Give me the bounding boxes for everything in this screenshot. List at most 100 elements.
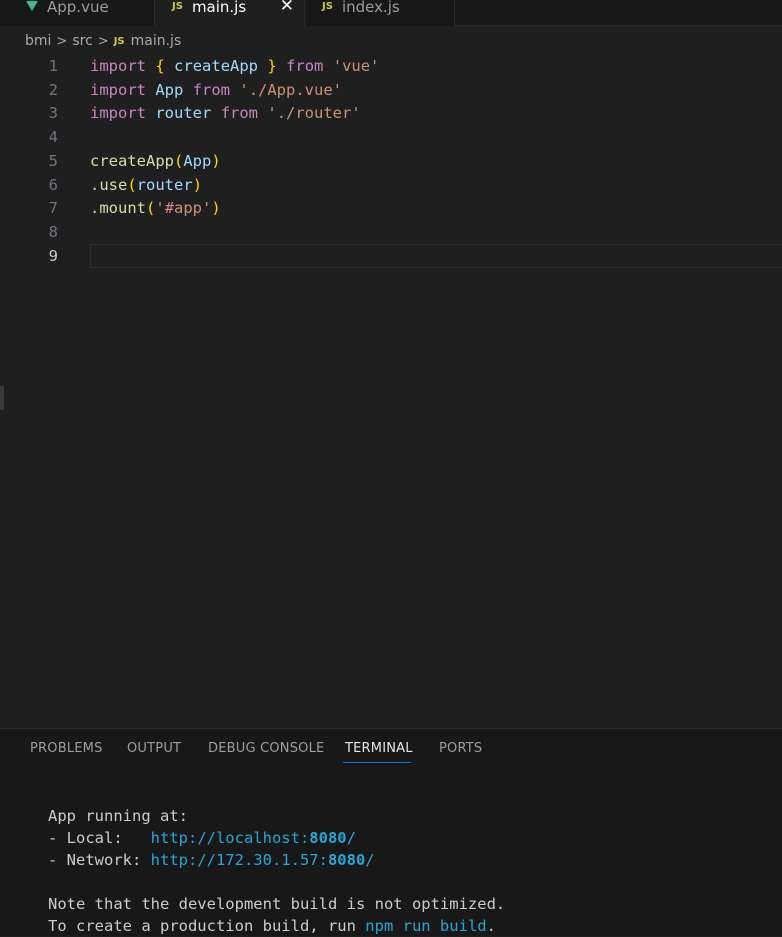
tab-output[interactable]: OUTPUT [127, 741, 181, 756]
line-number: 7 [48, 199, 58, 218]
code-token: App [155, 80, 184, 99]
url-text: http://localhost: [150, 829, 310, 847]
code-token: use [99, 175, 128, 194]
code-line[interactable]: 5 createApp(App) [0, 149, 782, 173]
url-text: / [346, 829, 356, 847]
terminal-text: - Local: [48, 829, 151, 847]
breadcrumb-item-file[interactable]: main.js [131, 33, 182, 49]
code-token: from [220, 104, 259, 123]
js-file-icon: JS [322, 0, 333, 12]
code-text: .use(router) [90, 173, 202, 197]
code-token: 'vue' [332, 57, 380, 75]
tab-label: main.js [191, 0, 247, 16]
breadcrumb-item-src[interactable]: src [72, 33, 92, 49]
code-token: ) [192, 175, 203, 194]
terminal-text: - Network: [48, 851, 151, 869]
line-number: 6 [48, 175, 58, 194]
tab-ports[interactable]: PORTS [439, 741, 482, 756]
tab-main-js[interactable]: JS main.js ✕ [155, 0, 305, 27]
code-text: createApp(App) [90, 149, 221, 173]
code-token: { [155, 57, 165, 75]
current-line-highlight [90, 243, 782, 268]
code-line[interactable]: 4 [0, 125, 782, 149]
code-line[interactable]: 9 [0, 243, 782, 268]
line-number: 3 [48, 104, 58, 123]
code-token: ) [211, 151, 221, 170]
code-token: ( [127, 175, 137, 194]
tab-app-vue[interactable]: App.vue [0, 0, 155, 26]
code-token: mount [99, 199, 147, 218]
code-token: . [90, 175, 100, 194]
code-line[interactable]: 8 [0, 220, 782, 244]
terminal-line: - Local: http://localhost:8080/ [48, 827, 356, 849]
code-token: import [90, 57, 146, 75]
local-url-link[interactable]: http://localhost:8080/ [151, 829, 356, 847]
code-token: router [155, 104, 212, 123]
bottom-panel: PROBLEMS OUTPUT DEBUG CONSOLE TERMINAL P… [0, 728, 782, 936]
code-line[interactable]: 2 import App from './App.vue' [0, 78, 782, 102]
code-token: import [90, 80, 146, 99]
code-line[interactable]: 7 .mount('#app') [0, 196, 782, 220]
code-token: . [90, 199, 100, 218]
tab-label: index.js [341, 0, 400, 16]
line-number: 2 [48, 80, 58, 99]
code-token: './App.vue' [239, 80, 343, 99]
network-url-link[interactable]: http://172.30.1.57:8080/ [151, 851, 375, 869]
code-token: App [183, 151, 212, 170]
js-file-icon: JS [113, 35, 125, 47]
editor-tab-bar: App.vue JS main.js ✕ JS index.js [0, 0, 782, 27]
terminal-text: Note that the development build is not o… [48, 895, 506, 913]
close-icon[interactable]: ✕ [280, 0, 294, 16]
breadcrumb-item-bmi[interactable]: bmi [25, 33, 51, 49]
chevron-right-icon: > [56, 33, 68, 49]
code-token: ( [146, 199, 156, 218]
tab-problems[interactable]: PROBLEMS [30, 741, 103, 756]
line-number: 8 [48, 222, 58, 241]
tab-terminal[interactable]: TERMINAL [345, 741, 413, 756]
breadcrumb: bmi > src > JS main.js [25, 31, 181, 51]
terminal-line: Note that the development build is not o… [48, 893, 505, 915]
active-tab-indicator [343, 762, 411, 763]
scroll-indicator [0, 386, 4, 410]
url-text: http://172.30.1.57: [150, 851, 328, 869]
line-number: 9 [48, 246, 58, 265]
terminal-text: To create a production build, run [48, 917, 366, 935]
code-text: .mount('#app') [90, 196, 221, 220]
code-token: createApp [174, 57, 259, 75]
terminal-line: App running at: [48, 805, 188, 827]
chevron-right-icon: > [97, 33, 109, 49]
code-line[interactable]: 3 import router from './router' [0, 101, 782, 125]
line-number: 4 [48, 128, 58, 147]
tab-label: App.vue [47, 0, 109, 16]
js-file-icon: JS [172, 0, 183, 12]
tab-debug-console[interactable]: DEBUG CONSOLE [208, 741, 324, 756]
url-text: / [365, 851, 375, 869]
code-editor[interactable]: 1 import { createApp } from 'vue' 2 import … [0, 54, 782, 728]
code-line[interactable]: 1 import { createApp } from 'vue' [0, 54, 782, 78]
code-token: ( [174, 151, 184, 170]
code-token: createApp [90, 151, 174, 170]
code-text: import App from './App.vue' [90, 78, 342, 102]
code-token: './router' [267, 104, 361, 123]
code-token: } [267, 57, 277, 75]
vue-file-icon [26, 1, 38, 11]
code-line[interactable]: 6 .use(router) [0, 173, 782, 197]
code-token: '#app' [155, 199, 212, 218]
code-token: import [90, 104, 146, 123]
code-token: from [192, 80, 231, 99]
code-token: from [286, 57, 324, 75]
code-token: router [136, 175, 193, 194]
terminal-line: To create a production build, run npm ru… [48, 915, 496, 937]
tab-index-js[interactable]: JS index.js [305, 0, 455, 26]
port-text: 8080 [309, 829, 347, 847]
